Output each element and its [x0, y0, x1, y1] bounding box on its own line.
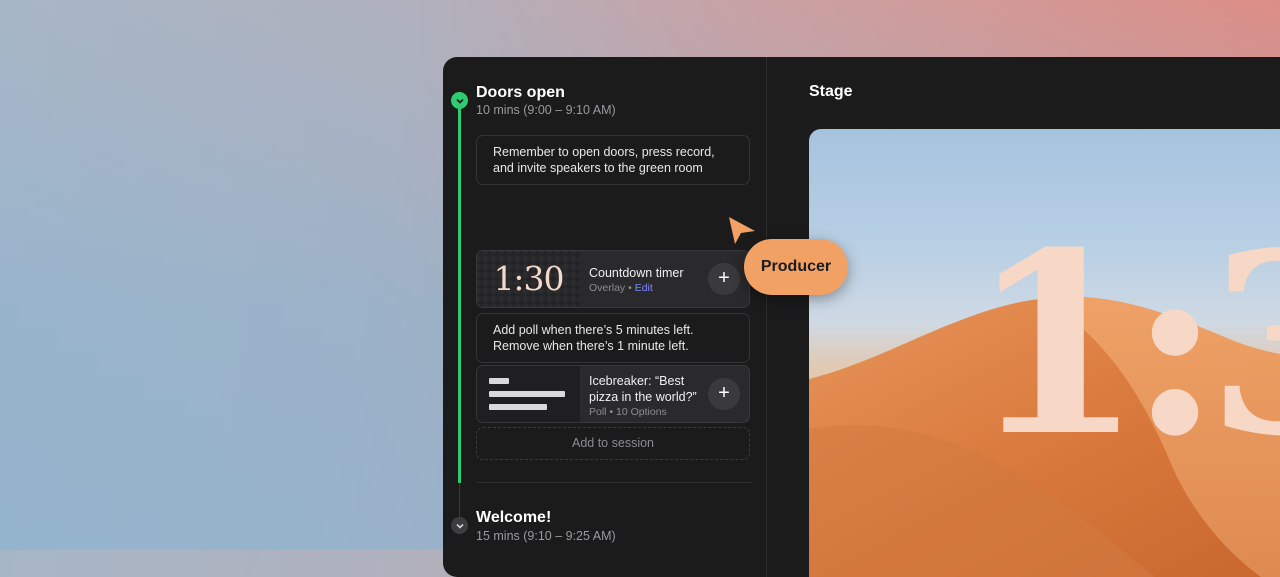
- section-duration: 10 mins (9:00 – 9:10 AM): [476, 103, 616, 117]
- divider: [476, 482, 752, 483]
- stage-preview[interactable]: 1:30: [809, 129, 1280, 577]
- card-title-line: Icebreaker: “Best: [589, 374, 685, 388]
- meta-separator: •: [628, 282, 632, 294]
- timeline-progress-line: [458, 101, 461, 483]
- poll-bar: [489, 404, 547, 410]
- section-expanded-chevron-icon[interactable]: [451, 92, 468, 109]
- countdown-timer-card[interactable]: 1:30 Countdown timer Overlay • Edit +: [476, 250, 750, 308]
- add-to-stage-button[interactable]: +: [708, 263, 740, 295]
- section-note[interactable]: Remember to open doors, press record, an…: [476, 135, 750, 185]
- countdown-thumbnail-text: 1:30: [493, 259, 564, 298]
- column-divider: [766, 57, 767, 577]
- poll-bar: [489, 391, 565, 397]
- cursor-pointer-icon: [729, 217, 755, 244]
- app-window: Doors open 10 mins (9:00 – 9:10 AM) Reme…: [443, 57, 1280, 577]
- card-title-line: pizza in the world?”: [589, 390, 697, 404]
- card-meta: Poll • 10 Options: [589, 406, 667, 418]
- card-type: Overlay: [589, 282, 626, 294]
- section-note[interactable]: Add poll when there’s 5 minutes left. Re…: [476, 313, 750, 363]
- stage-title: Stage: [809, 83, 853, 100]
- card-meta: Overlay • Edit: [589, 282, 653, 294]
- add-to-session-button[interactable]: Add to session: [476, 427, 750, 460]
- card-title: Countdown timer: [589, 266, 684, 280]
- add-to-stage-button[interactable]: +: [708, 378, 740, 410]
- stage-countdown-overlay: 1:30: [969, 197, 1280, 491]
- poll-bar: [489, 378, 509, 384]
- edit-link[interactable]: Edit: [635, 282, 653, 294]
- section-duration: 15 mins (9:10 – 9:25 AM): [476, 529, 616, 543]
- section-chevron-icon[interactable]: [451, 517, 468, 534]
- section-title-welcome: Welcome!: [476, 509, 552, 526]
- producer-cursor-label: Producer: [744, 239, 848, 295]
- poll-card[interactable]: Icebreaker: “Best pizza in the world?” P…: [476, 365, 750, 423]
- poll-thumbnail: [477, 366, 580, 422]
- section-title-doors-open: Doors open: [476, 84, 565, 101]
- countdown-thumbnail: 1:30: [477, 251, 580, 307]
- card-title: Icebreaker: “Best pizza in the world?”: [589, 373, 697, 405]
